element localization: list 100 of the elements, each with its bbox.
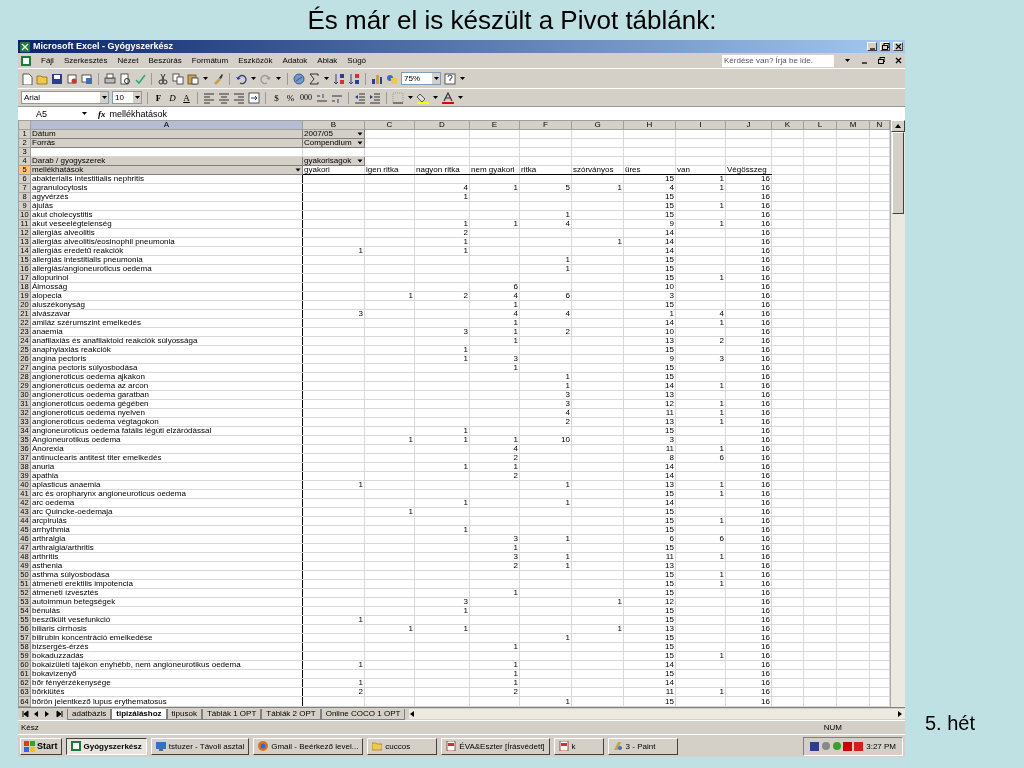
caret-icon[interactable]	[457, 94, 464, 101]
caret-icon[interactable]	[250, 75, 257, 82]
taskbar-button[interactable]: cuccos	[367, 737, 438, 755]
chart-icon[interactable]	[371, 72, 383, 85]
menu-item[interactable]: Beszúrás	[148, 55, 182, 66]
first-sheet-icon[interactable]	[22, 710, 30, 718]
taskbar-button[interactable]: Gmail - Beérkező level...	[253, 737, 364, 755]
taskbar-button[interactable]: 3 - Paint	[607, 737, 678, 755]
minimize-button[interactable]	[867, 42, 877, 51]
restore-button[interactable]	[880, 42, 890, 51]
drawing-icon[interactable]	[386, 72, 398, 85]
function-button[interactable]: fx	[98, 108, 106, 119]
start-button[interactable]: Start	[20, 737, 62, 755]
scroll-up-button[interactable]	[891, 120, 905, 132]
arrow-left-icon[interactable]	[33, 710, 41, 718]
print-preview-icon[interactable]	[119, 72, 131, 85]
sheet-tab[interactable]: Táblák 2 OPT	[261, 708, 321, 720]
spreadsheet-icon[interactable]	[21, 55, 31, 66]
column-header[interactable]: D	[414, 120, 470, 130]
fill-color-icon[interactable]	[417, 91, 429, 104]
help-search-field[interactable]: Kérdése van? Írja be ide.	[722, 54, 834, 67]
column-header[interactable]: J	[725, 120, 772, 130]
column-header[interactable]: B	[302, 120, 365, 130]
pivot-field-button[interactable]: gyakorisagok	[302, 156, 365, 166]
taskbar-button[interactable]: k	[553, 737, 604, 755]
pivot-field-button[interactable]: mellékhatások	[30, 165, 303, 175]
caret-icon[interactable]	[459, 75, 466, 82]
restore-icon[interactable]	[878, 57, 885, 64]
caret-icon[interactable]	[844, 57, 851, 64]
decrease-indent-icon[interactable]	[354, 91, 366, 104]
merge-center-icon[interactable]	[248, 91, 260, 104]
column-header[interactable]: K	[771, 120, 804, 130]
increase-indent-icon[interactable]	[369, 91, 381, 104]
caret-icon[interactable]	[432, 94, 439, 101]
italic-button[interactable]: D	[167, 91, 178, 104]
new-document-icon[interactable]	[21, 72, 33, 85]
zoom-dropdown[interactable]: 75%	[401, 72, 441, 85]
sheet-tab[interactable]: Online COCO 1 OPT	[320, 708, 406, 720]
menu-item[interactable]: Formátum	[191, 55, 229, 66]
column-header[interactable]: E	[469, 120, 520, 130]
align-center-icon[interactable]	[218, 91, 230, 104]
menu-item[interactable]: Ablak	[317, 55, 338, 66]
font-dropdown[interactable]: Arial	[21, 91, 109, 104]
copy-icon[interactable]	[172, 72, 184, 85]
caret-icon[interactable]	[323, 75, 330, 82]
sheet-tab[interactable]: tipusok	[166, 708, 202, 720]
column-header[interactable]: L	[803, 120, 837, 130]
menu-item[interactable]: Adatok	[282, 55, 308, 66]
sort-ascending-icon[interactable]	[333, 72, 345, 85]
menu-item[interactable]: Szerkesztés	[63, 55, 108, 66]
vertical-scrollbar[interactable]	[890, 120, 905, 707]
sum-icon[interactable]	[308, 72, 320, 85]
column-header[interactable]: N	[869, 120, 890, 130]
close-button[interactable]	[893, 42, 903, 51]
column-header[interactable]: I	[675, 120, 726, 130]
sort-descending-icon[interactable]	[348, 72, 360, 85]
pivot-field-button[interactable]: Forrás	[30, 138, 303, 148]
column-header[interactable]: M	[836, 120, 870, 130]
font-size-dropdown[interactable]: 10	[112, 91, 142, 104]
sheet-tab[interactable]: adatbázis	[67, 708, 112, 720]
tray-icons-drawing[interactable]	[810, 740, 864, 752]
pivot-filter-dropdown[interactable]: Compendium	[302, 138, 365, 148]
caret-icon[interactable]	[407, 94, 414, 101]
menu-item[interactable]: Nézet	[117, 55, 139, 66]
scroll-thumb[interactable]	[892, 132, 904, 214]
brush-icon[interactable]	[212, 72, 224, 85]
help-icon[interactable]	[444, 72, 456, 85]
cut-icon[interactable]	[157, 72, 169, 85]
menu-item[interactable]: Eszközök	[238, 55, 273, 66]
taskbar-button[interactable]: tstuzer - Távoli asztal	[150, 737, 250, 755]
currency-button[interactable]: $	[271, 91, 282, 104]
print-icon[interactable]	[104, 72, 116, 85]
menu-item[interactable]: Fájl	[41, 55, 54, 66]
last-sheet-icon[interactable]	[55, 710, 63, 718]
percent-button[interactable]: %	[285, 91, 296, 104]
horizontal-scrollbar[interactable]	[409, 709, 905, 719]
column-header[interactable]: F	[519, 120, 572, 130]
close-icon[interactable]	[895, 57, 902, 64]
underline-button[interactable]: A	[181, 91, 192, 104]
column-header[interactable]: C	[364, 120, 415, 130]
taskbar-button[interactable]: ÉVA&Eszter [Írásvédett]	[441, 737, 550, 755]
pivot-field-button[interactable]: Dátum	[30, 129, 303, 139]
pivot-data-field[interactable]: Darab / gyogyszerek	[30, 156, 303, 166]
thousands-button[interactable]: 000	[299, 91, 313, 104]
caret-icon[interactable]	[202, 75, 209, 82]
caret-icon[interactable]	[275, 75, 282, 82]
pivot-filter-dropdown[interactable]: 2007/05	[302, 129, 365, 139]
undo-icon[interactable]	[235, 72, 247, 85]
sheet-tab[interactable]: tipizáláshoz	[111, 708, 167, 720]
font-color-icon[interactable]	[442, 91, 454, 104]
paste-icon[interactable]	[187, 72, 199, 85]
sheet-tab[interactable]: Táblák 1 OPT	[201, 708, 262, 720]
menu-item[interactable]: Súgó	[347, 55, 367, 66]
taskbar-button[interactable]: Gyógyszerkész	[65, 737, 147, 755]
save-icon[interactable]	[51, 72, 63, 85]
align-left-icon[interactable]	[203, 91, 215, 104]
column-header[interactable]: A	[30, 120, 303, 130]
increase-decimal-icon[interactable]	[316, 91, 328, 104]
column-header[interactable]: H	[623, 120, 676, 130]
column-header[interactable]: G	[571, 120, 624, 130]
